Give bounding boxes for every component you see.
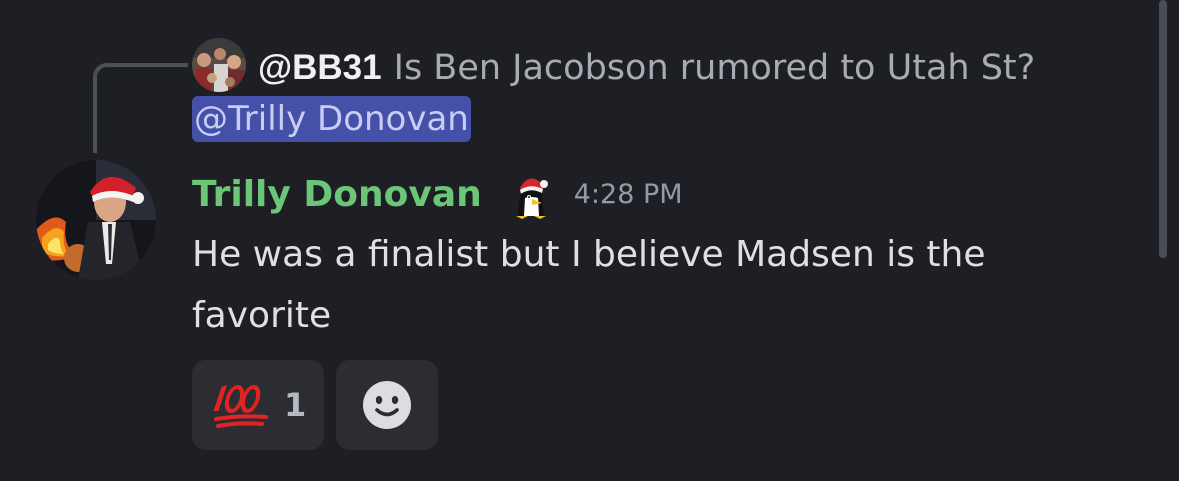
author-name[interactable]: Trilly Donovan	[192, 174, 482, 215]
user-avatar-icon	[36, 160, 156, 280]
add-reaction-button[interactable]	[336, 360, 438, 450]
reply-preview[interactable]: @BB31 Is Ben Jacobson rumored to Utah St?	[258, 42, 1035, 94]
hundred-points-icon	[213, 385, 268, 428]
penguin-santa-hat-icon[interactable]	[508, 168, 554, 220]
reply-message-text: Is Ben Jacobson rumored to Utah St?	[393, 48, 1036, 88]
scrollbar[interactable]	[1159, 0, 1167, 258]
reply-connector-line	[93, 63, 188, 153]
reaction-hundred-button[interactable]: 1	[192, 360, 324, 450]
add-reaction-smiley-icon	[363, 381, 411, 429]
reply-author-name[interactable]: @BB31	[258, 48, 382, 87]
message-content: He was a finalist but I believe Madsen i…	[192, 234, 986, 336]
replied-user-avatar[interactable]	[192, 38, 246, 92]
author-avatar[interactable]	[36, 160, 156, 280]
reaction-count: 1	[284, 386, 307, 424]
user-avatar-icon	[192, 38, 246, 92]
message-header: Trilly Donovan 4:28 PM	[192, 166, 683, 222]
user-mention[interactable]: @Trilly Donovan	[192, 96, 471, 142]
message-timestamp: 4:28 PM	[573, 178, 683, 210]
